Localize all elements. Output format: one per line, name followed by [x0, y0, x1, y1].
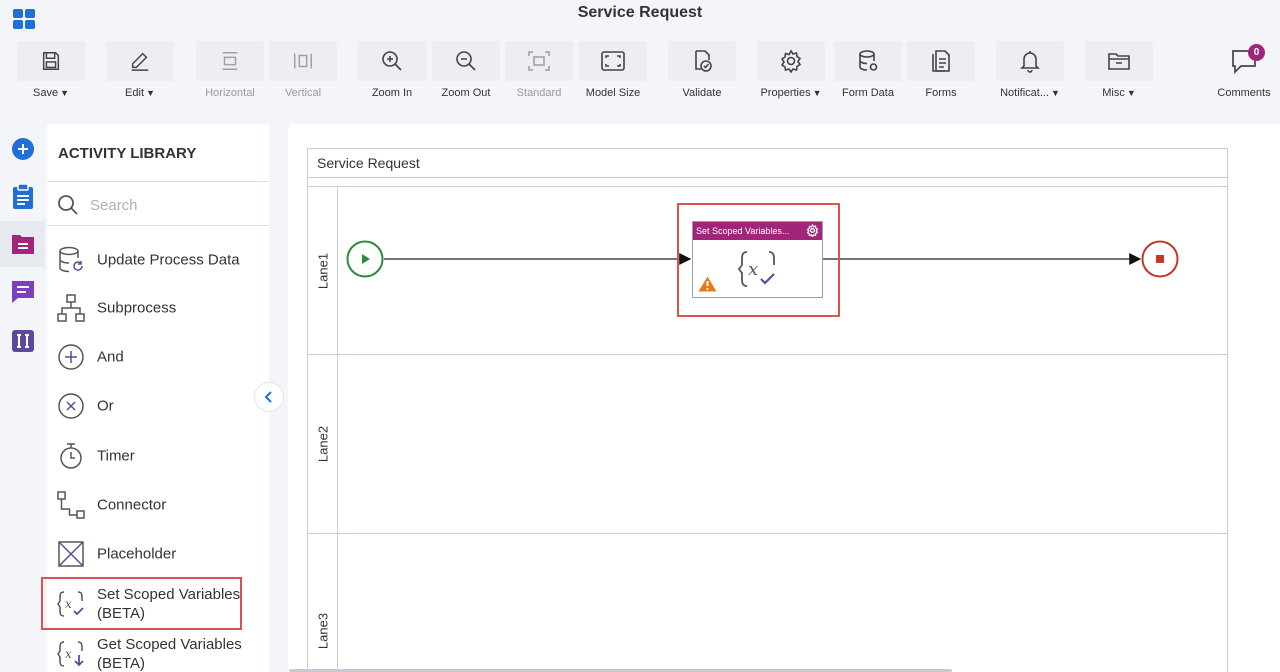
start-event[interactable]: [346, 240, 384, 278]
flow-layer: [346, 240, 1179, 278]
end-event[interactable]: [1141, 240, 1179, 278]
highlight-box: [677, 203, 840, 317]
